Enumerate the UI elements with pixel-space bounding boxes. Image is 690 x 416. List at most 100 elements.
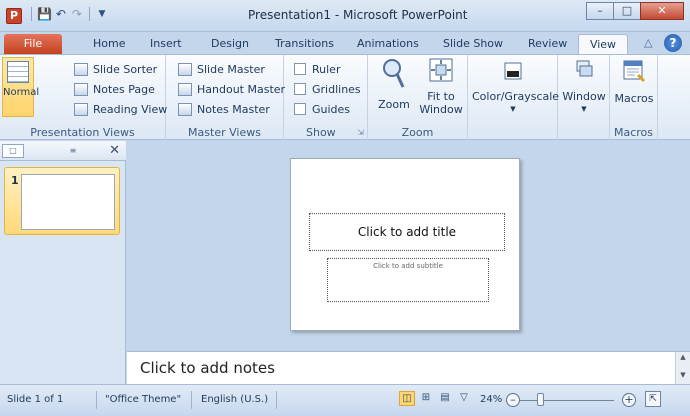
status-separator <box>276 391 277 409</box>
status-bar: Slide 1 of 1 "Office Theme" English (U.S… <box>0 384 690 416</box>
slides-pane: □ ≡ ✕ 1 <box>0 141 126 384</box>
qat-separator <box>88 7 90 21</box>
notes-page-icon <box>74 82 88 96</box>
normal-view-icon[interactable]: ◫ <box>399 391 415 406</box>
handout-master-label: Handout Master <box>197 82 286 96</box>
dropdown-arrow-icon: ▼ <box>510 105 516 113</box>
slide-editing-area: Click to add title Click to add subtitle <box>127 141 690 351</box>
group-color-grayscale: Color/Grayscale ▼ <box>468 55 560 141</box>
close-button[interactable]: ✕ <box>640 2 684 20</box>
zoom-level[interactable]: 24% <box>480 394 502 405</box>
title-bar: P 💾 ↶ ↷ ▼ Presentation1 - Microsoft Powe… <box>0 0 690 32</box>
slide-thumbnail-selected[interactable]: 1 <box>4 167 120 235</box>
ruler-checkbox[interactable]: Ruler <box>294 60 340 78</box>
slide-show-icon[interactable]: ▽ <box>456 391 472 406</box>
slide-thumbnail[interactable] <box>21 174 115 230</box>
notes-master-icon <box>178 102 192 116</box>
notes-page-label: Notes Page <box>93 82 155 96</box>
group-window: Window ▼ <box>558 55 610 141</box>
group-label-master-views: Master Views <box>188 126 261 139</box>
slide-sorter-icon <box>74 62 88 76</box>
tab-home[interactable]: Home <box>93 34 125 54</box>
tab-insert[interactable]: Insert <box>150 34 182 54</box>
scroll-down-icon[interactable]: ▼ <box>676 370 690 380</box>
reading-view-icon[interactable]: ▤ <box>437 391 453 406</box>
slides-pane-tabs: □ ≡ ✕ <box>0 141 126 161</box>
theme-name: "Office Theme" <box>105 394 182 405</box>
dialog-launcher-icon[interactable]: ⇲ <box>357 128 364 137</box>
fit-to-window-button[interactable]: Fit to Window <box>418 57 464 116</box>
guides-check-icon <box>294 103 306 115</box>
group-label-macros: Macros <box>613 126 654 139</box>
zoom-slider-track[interactable] <box>520 400 614 401</box>
slide-canvas[interactable]: Click to add title Click to add subtitle <box>290 158 520 331</box>
macros-icon <box>623 60 646 83</box>
zoom-out-button[interactable]: – <box>506 393 520 407</box>
guides-label: Guides <box>312 102 351 116</box>
fit-to-window-icon <box>429 58 453 82</box>
status-separator <box>96 391 97 409</box>
tab-transitions[interactable]: Transitions <box>275 34 334 54</box>
notes-master-button[interactable]: Notes Master <box>178 100 270 118</box>
language-indicator[interactable]: English (U.S.) <box>201 394 268 405</box>
gridlines-label: Gridlines <box>312 82 361 96</box>
notes-scrollbar[interactable]: ▲ ▼ <box>675 352 690 385</box>
gridlines-check-icon <box>294 83 306 95</box>
close-pane-icon[interactable]: ✕ <box>109 143 120 158</box>
slide-sorter-button[interactable]: Slide Sorter <box>74 60 157 78</box>
guides-checkbox[interactable]: Guides <box>294 100 350 118</box>
color-grayscale-icon <box>504 62 522 80</box>
tab-animations[interactable]: Animations <box>357 34 419 54</box>
color-grayscale-button[interactable]: Color/Grayscale ▼ <box>472 57 560 116</box>
tab-design[interactable]: Design <box>211 34 249 54</box>
outline-tab-icon[interactable]: ≡ <box>62 144 84 158</box>
reading-view-button[interactable]: Reading View <box>74 100 167 118</box>
powerpoint-app-icon[interactable]: P <box>6 8 22 24</box>
gridlines-checkbox[interactable]: Gridlines <box>294 80 361 98</box>
workspace: □ ≡ ✕ 1 Click to add title Click to add … <box>0 141 690 385</box>
ruler-check-icon <box>294 63 306 75</box>
window-title: Presentation1 - Microsoft PowerPoint <box>248 8 468 22</box>
notes-page-button[interactable]: Notes Page <box>74 80 155 98</box>
maximize-button[interactable]: □ <box>613 2 641 20</box>
zoom-in-button[interactable]: + <box>622 393 636 407</box>
tab-view[interactable]: View <box>578 34 628 56</box>
undo-icon[interactable]: ↶ <box>54 7 68 21</box>
slides-tab-icon[interactable]: □ <box>2 144 24 158</box>
slide-master-button[interactable]: Slide Master <box>178 60 265 78</box>
color-grayscale-label: Color/Grayscale <box>472 90 560 103</box>
notes-placeholder[interactable]: Click to add notes <box>140 359 275 377</box>
status-separator <box>191 391 192 409</box>
customize-icon[interactable]: ▼ <box>95 9 109 19</box>
fit-slide-icon[interactable]: ⇱ <box>645 391 661 407</box>
save-icon[interactable]: 💾 <box>37 7 52 21</box>
tab-review[interactable]: Review <box>528 34 567 54</box>
normal-view-button[interactable]: Normal <box>2 57 39 117</box>
notes-pane[interactable]: Click to add notes ▲ ▼ <box>127 351 690 385</box>
help-icon[interactable]: ? <box>664 34 682 52</box>
title-placeholder[interactable]: Click to add title <box>309 213 505 251</box>
slide-sorter-icon[interactable]: ⊞ <box>418 391 434 406</box>
group-master-views: Slide Master Handout Master Notes Master… <box>166 55 285 141</box>
dropdown-arrow-icon: ▼ <box>581 105 587 113</box>
normal-view-label: Normal <box>3 87 40 98</box>
magnifier-icon <box>383 59 405 88</box>
subtitle-placeholder[interactable]: Click to add subtitle <box>327 258 489 302</box>
group-presentation-views: Normal Slide Sorter Notes Page Reading V… <box>0 55 167 141</box>
handout-master-button[interactable]: Handout Master <box>178 80 285 98</box>
redo-icon[interactable]: ↷ <box>70 7 84 21</box>
reading-view-label: Reading View <box>93 102 168 116</box>
handout-master-icon <box>178 82 192 96</box>
zoom-button[interactable]: Zoom <box>376 57 412 111</box>
slide-sorter-label: Slide Sorter <box>93 62 158 76</box>
window-button[interactable]: Window ▼ <box>560 57 608 116</box>
scroll-up-icon[interactable]: ▲ <box>676 352 690 362</box>
macros-button[interactable]: Macros <box>612 57 656 105</box>
tab-slide-show[interactable]: Slide Show <box>443 34 503 54</box>
group-label-presentation-views: Presentation Views <box>30 126 135 139</box>
minimize-ribbon-icon[interactable]: △ <box>644 36 652 49</box>
zoom-slider-thumb[interactable] <box>537 393 544 406</box>
minimize-button[interactable]: – <box>586 2 614 20</box>
tab-file[interactable]: File <box>4 34 62 54</box>
qat-separator <box>31 7 32 21</box>
